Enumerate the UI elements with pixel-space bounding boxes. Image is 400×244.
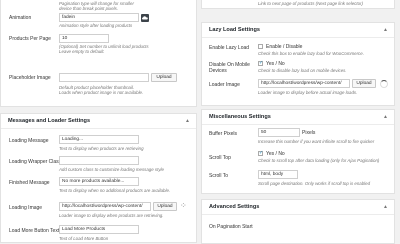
per-page-input[interactable]: 10	[59, 34, 109, 43]
loading-image-url-input[interactable]: http://localhost/wordpress/wp-content/	[59, 202, 151, 211]
enable-lazy-help: Check this box to enable lazy load for W…	[258, 51, 364, 56]
panel-title: Messages and Loader Settings	[8, 118, 91, 124]
wrapper-class-input[interactable]	[59, 156, 139, 165]
enable-lazy-label: Enable Lazy Load	[209, 45, 250, 51]
loading-message-input[interactable]: Loading...	[59, 135, 139, 144]
left-column: Pagination type will change for smaller …	[0, 0, 197, 243]
buffer-pixels-label: Buffer Pixels	[209, 131, 237, 137]
loader-image-upload-button[interactable]: Upload	[352, 79, 376, 88]
pagination-start-label: On Pagination Start	[209, 224, 253, 230]
finished-message-label: Finished Message	[9, 180, 50, 186]
lazy-load-panel: Lazy Load Settings ▲ Enable Lazy Load En…	[201, 22, 395, 106]
next-link-help: Link to next page of products (Next page…	[258, 1, 363, 6]
breakpoint-help-2: device than break point pixels.	[59, 6, 119, 11]
load-more-input[interactable]: Load More Products	[59, 225, 139, 234]
chevron-up-icon[interactable]: ▲	[383, 23, 388, 38]
wrapper-class-help: Add custom class to customize loading me…	[59, 167, 164, 172]
chevron-up-icon[interactable]: ▲	[383, 200, 388, 215]
disable-mobile-label-2: Devices	[209, 68, 227, 74]
load-more-label: Load More Button Text	[9, 228, 60, 234]
loading-message-help: Text to display when products are retrie…	[59, 146, 144, 151]
dots-loader-icon: ⁘	[180, 201, 187, 210]
wrapper-class-label: Loading Wrapper Class	[9, 159, 62, 165]
cloud-icon[interactable]	[141, 13, 149, 22]
next-link-panel: Link to next page of products (Next page…	[201, 0, 395, 9]
right-column: Link to next page of products (Next page…	[201, 0, 395, 244]
misc-settings-panel: Miscellaneous Settings ▲ Buffer Pixels 5…	[201, 109, 395, 194]
scroll-top-option: Yes / No	[266, 151, 285, 157]
finished-message-input[interactable]: No more products available...	[59, 177, 139, 186]
loader-image-label: Loader Image	[209, 82, 240, 88]
enable-lazy-option: Enable / Disable	[266, 44, 303, 50]
misc-settings-header[interactable]: Miscellaneous Settings ▲	[202, 110, 394, 125]
scroll-top-help: Check to scroll top after data loading (…	[258, 158, 380, 163]
per-page-help-2: Leave empty to default.	[59, 49, 105, 54]
buffer-unit: Pixels	[302, 130, 316, 136]
loading-image-upload-button[interactable]: Upload	[153, 202, 177, 211]
messages-loader-panel: Messages and Loader Settings ▲ Loading M…	[0, 113, 197, 243]
panel-title: Miscellaneous Settings	[209, 114, 271, 120]
lazy-load-header[interactable]: Lazy Load Settings ▲	[202, 23, 394, 38]
finished-message-help: Text to display when no additional produ…	[59, 188, 171, 193]
animation-label: Animation	[9, 15, 32, 21]
spinner-icon	[380, 79, 388, 88]
panel-title: Lazy Load Settings	[209, 27, 260, 33]
scroll-top-label: Scroll Top	[209, 155, 231, 161]
placeholder-url-input[interactable]	[59, 73, 149, 82]
placeholder-label: Placeholder Image	[9, 75, 51, 81]
loading-image-label: Loading Image	[9, 205, 43, 211]
disable-mobile-option: Yes / No	[266, 61, 285, 67]
scroll-to-label: Scroll To	[209, 173, 229, 179]
placeholder-help-2: Loads when product image is not availabl…	[59, 90, 144, 95]
loader-image-url-input[interactable]: http://localhost/wordpress/wp-content/	[258, 79, 350, 88]
scroll-top-checkbox[interactable]	[258, 150, 263, 156]
advanced-settings-panel: Advanced Settings ▲ On Pagination Start	[201, 199, 395, 244]
enable-lazy-checkbox[interactable]	[258, 44, 263, 49]
general-settings-panel: Pagination type will change for smaller …	[0, 0, 197, 107]
disable-mobile-checkbox[interactable]	[258, 60, 263, 66]
per-page-label: Products Per Page	[9, 36, 51, 42]
loading-message-label: Loading Message	[9, 138, 49, 144]
scroll-to-help: Scroll page destination. Only works if s…	[258, 181, 371, 186]
disable-mobile-help: Check to disable lazy load on mobile dev…	[258, 68, 347, 73]
buffer-help: Increase this number if you want infinit…	[258, 139, 375, 144]
loader-image-help: Loader image to display before actual im…	[258, 90, 358, 95]
panel-title: Advanced Settings	[209, 204, 260, 210]
loading-image-help: Loader image to display when products ar…	[59, 213, 164, 218]
scroll-to-input[interactable]: html, body	[258, 170, 298, 179]
messages-loader-header[interactable]: Messages and Loader Settings ▲	[1, 114, 196, 129]
chevron-up-icon[interactable]: ▲	[185, 114, 190, 129]
placeholder-upload-button[interactable]: Upload	[151, 73, 177, 82]
advanced-settings-header[interactable]: Advanced Settings ▲	[202, 200, 394, 215]
buffer-pixels-input[interactable]: 50	[258, 128, 300, 137]
chevron-up-icon[interactable]: ▲	[383, 110, 388, 125]
load-more-help: Text of Load More Button	[59, 236, 109, 241]
animation-select[interactable]: fadein	[59, 13, 139, 22]
animation-help: Animation style after loading products	[59, 23, 133, 28]
